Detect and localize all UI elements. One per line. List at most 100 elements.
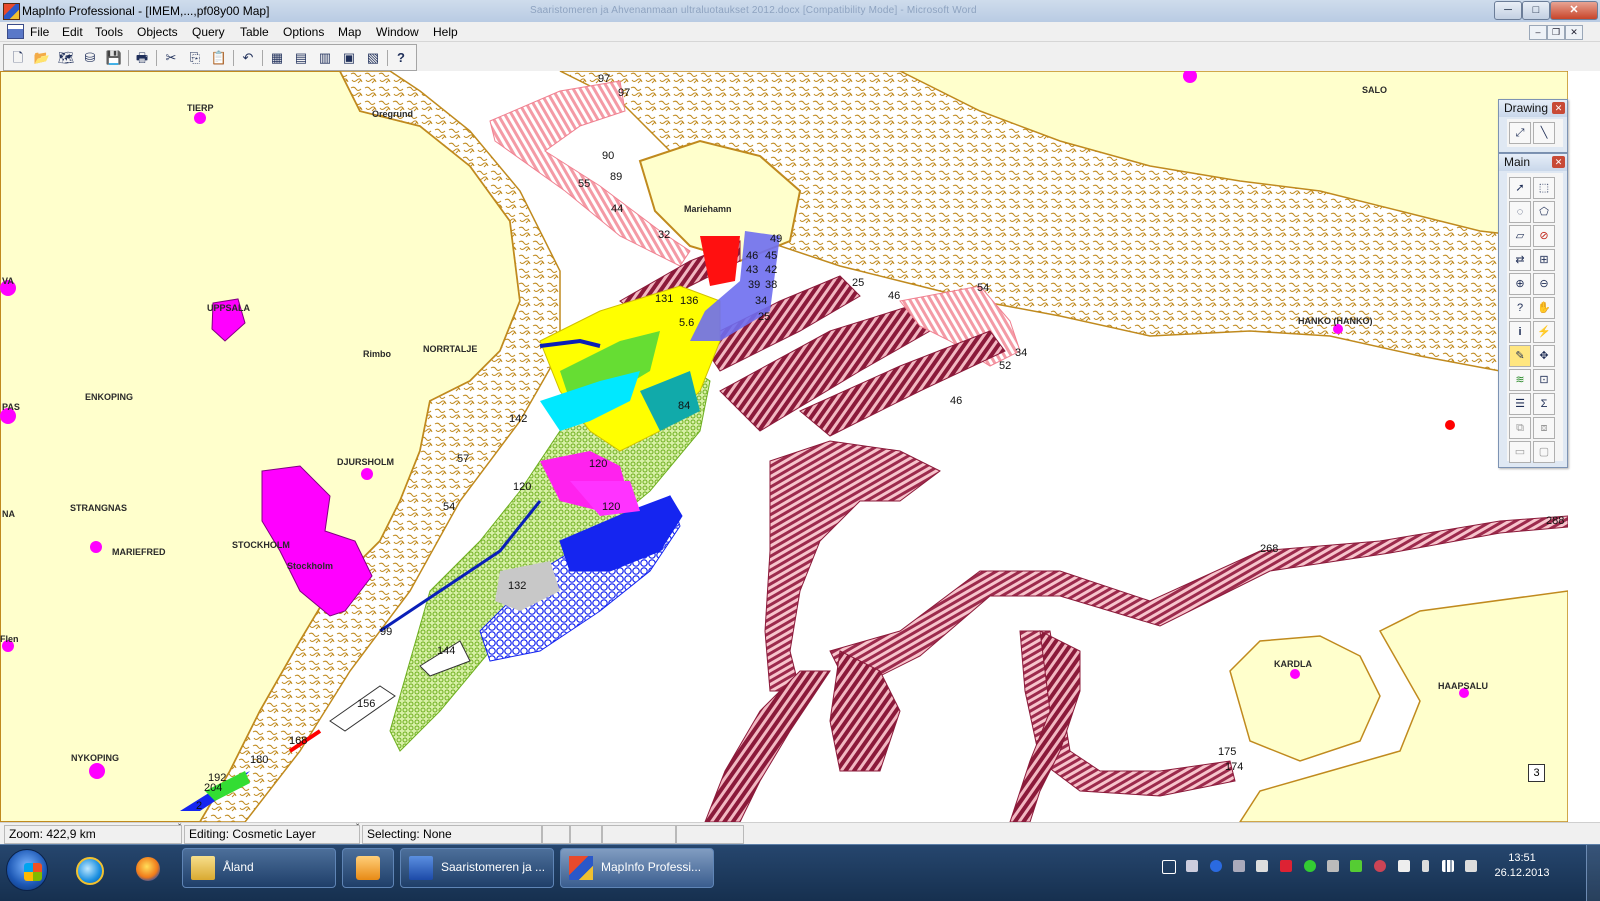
track-label: 99	[380, 626, 393, 638]
radius-select-button[interactable]: ◌	[1509, 201, 1531, 223]
tray-network-icon[interactable]	[1186, 860, 1198, 872]
menu-objects[interactable]: Objects	[137, 25, 178, 39]
show-legend-button[interactable]: ▭	[1509, 441, 1531, 463]
hotlink-button[interactable]: ⚡	[1533, 321, 1555, 343]
set-clip-button[interactable]: ⧈	[1533, 417, 1555, 439]
statistics-button[interactable]: Σ	[1533, 393, 1555, 415]
invert-select-button[interactable]: ⇄	[1509, 249, 1531, 271]
zoom-in-button[interactable]: ⊕	[1509, 273, 1531, 295]
graph-select-button[interactable]: ⊞	[1533, 249, 1555, 271]
battery-icon[interactable]	[1422, 860, 1429, 872]
polygon-select-button[interactable]: ⬠	[1533, 201, 1555, 223]
track-label: 142	[509, 413, 528, 425]
zoom-status[interactable]: Zoom: 422,9 km	[4, 825, 182, 844]
internet-explorer-pinned[interactable]	[64, 849, 112, 889]
paste-button[interactable]: 📋	[209, 48, 229, 68]
mdi-restore-button[interactable]: ❐	[1547, 25, 1565, 40]
drag-window-button[interactable]: ✥	[1533, 345, 1555, 367]
select-button[interactable]: ➚	[1509, 177, 1531, 199]
redistrict-button[interactable]: ▧	[363, 48, 383, 68]
grabber-button[interactable]: ✋	[1533, 297, 1555, 319]
print-button[interactable]: 🖶	[132, 48, 152, 68]
new-mapper-button[interactable]: ▤	[291, 48, 311, 68]
change-view-button[interactable]: ?	[1509, 297, 1531, 319]
maximize-button[interactable]: □	[1522, 1, 1550, 20]
main-palette-close-button[interactable]: ✕	[1552, 156, 1565, 168]
taskbar-clock[interactable]: 13:51 26.12.2013	[1490, 851, 1554, 881]
help-button[interactable]: ?	[391, 48, 411, 68]
boundary-select-button[interactable]: ▱	[1509, 225, 1531, 247]
save-button[interactable]: 💾	[104, 48, 124, 68]
open-workspace-button[interactable]: 🗺	[56, 48, 76, 68]
zoom-out-button[interactable]: ⊖	[1533, 273, 1555, 295]
menu-table[interactable]: Table	[240, 25, 269, 39]
show-desktop-button[interactable]	[1586, 845, 1600, 901]
track-label: 52	[999, 360, 1012, 372]
menu-tools[interactable]: Tools	[95, 25, 123, 39]
outlook-task[interactable]	[342, 848, 394, 888]
editing-status[interactable]: Editing: Cosmetic Layer	[184, 825, 360, 844]
tray-keyboard-icon[interactable]	[1327, 860, 1339, 872]
clip-button[interactable]: ⧉	[1509, 417, 1531, 439]
mdi-close-button[interactable]: ✕	[1565, 25, 1583, 40]
nvidia-icon[interactable]	[1350, 860, 1362, 872]
show-statistics-button[interactable]: ▢	[1533, 441, 1555, 463]
action-center-flag-icon[interactable]	[1398, 860, 1410, 872]
menu-map[interactable]: Map	[338, 25, 361, 39]
label-button[interactable]: ✎	[1509, 345, 1531, 367]
security-shield-icon[interactable]	[1280, 860, 1292, 872]
info-button[interactable]: i	[1509, 321, 1531, 343]
line-button[interactable]: ╲	[1533, 122, 1555, 144]
menu-help[interactable]: Help	[433, 25, 458, 39]
map-canvas[interactable]	[0, 71, 1568, 822]
bluetooth-icon[interactable]	[1210, 860, 1222, 872]
toolbar-frame: 🗋 📂 🗺 ⛁ 💾 🖶 ✂ ⎘ 📋 ↶ ▦ ▤ ▥ ▣ ▧ ?	[3, 44, 417, 71]
new-layout-button[interactable]: ▣	[339, 48, 359, 68]
menu-edit[interactable]: Edit	[62, 25, 83, 39]
open-dbms-button[interactable]: ⛁	[80, 48, 100, 68]
cut-button[interactable]: ✂	[161, 48, 181, 68]
clock-time: 13:51	[1508, 852, 1536, 864]
tray-app-icon[interactable]	[1374, 860, 1386, 872]
menu-window[interactable]: Window	[376, 25, 419, 39]
new-browser-button[interactable]: ▦	[267, 48, 287, 68]
editing-dropdown-icon[interactable]: ˇ	[356, 823, 359, 834]
mapinfo-task[interactable]: MapInfo Professi...	[560, 848, 714, 888]
unselect-button[interactable]: ⊘	[1533, 225, 1555, 247]
drawing-palette-close-button[interactable]: ✕	[1552, 102, 1565, 114]
new-grapher-button[interactable]: ▥	[315, 48, 335, 68]
volume-icon[interactable]	[1465, 860, 1477, 872]
tray-device-icon[interactable]	[1233, 860, 1245, 872]
drawing-palette[interactable]: Drawing ✕ ⤢ ╲	[1498, 99, 1568, 153]
copy-button[interactable]: ⎘	[185, 48, 205, 68]
tray-window-icon[interactable]	[1162, 860, 1176, 874]
word-task[interactable]: Saaristomeren ja ...	[400, 848, 554, 888]
map-window[interactable]: TIERP Oregrund Mariehamn SALO UPPSALA Ri…	[0, 71, 1568, 822]
firefox-pinned[interactable]	[124, 849, 172, 889]
minimize-button[interactable]: ─	[1494, 1, 1522, 20]
ruler-button[interactable]: ⊡	[1533, 369, 1555, 391]
start-button[interactable]	[6, 849, 48, 891]
undo-button[interactable]: ↶	[238, 48, 258, 68]
menu-options[interactable]: Options	[283, 25, 324, 39]
polyline-button[interactable]: ⤢	[1509, 122, 1531, 144]
tray-printer-icon[interactable]	[1256, 860, 1268, 872]
sync-icon[interactable]	[1304, 860, 1316, 872]
open-button[interactable]: 📂	[32, 48, 52, 68]
close-button[interactable]: ✕	[1550, 1, 1598, 20]
track-label: 44	[611, 203, 624, 215]
legend-button[interactable]: ☰	[1509, 393, 1531, 415]
menu-file[interactable]: File	[30, 25, 49, 39]
layer-control-button[interactable]: ≋	[1509, 369, 1531, 391]
mdi-minimize-button[interactable]: –	[1529, 25, 1547, 40]
explorer-task[interactable]: Åland	[182, 848, 336, 888]
selecting-status[interactable]: Selecting: None	[362, 825, 542, 844]
marquee-select-button[interactable]: ⬚	[1533, 177, 1555, 199]
zoom-dropdown-icon[interactable]: ˇ	[178, 823, 181, 834]
map-window-icon[interactable]	[7, 24, 24, 39]
signal-icon[interactable]	[1442, 860, 1454, 872]
mapinfo-app-icon[interactable]	[3, 3, 20, 20]
menu-query[interactable]: Query	[192, 25, 225, 39]
new-button[interactable]: 🗋	[8, 48, 28, 68]
main-palette[interactable]: Main ✕ ➚ ⬚ ◌ ⬠ ▱ ⊘ ⇄ ⊞ ⊕ ⊖ ? ✋ i ⚡ ✎ ✥ ≋…	[1498, 153, 1568, 468]
